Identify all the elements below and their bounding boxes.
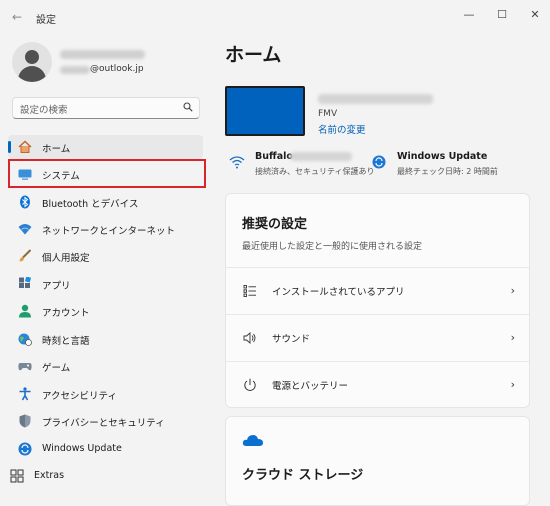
sidebar-item-label: アクセシビリティ	[42, 391, 117, 402]
search-placeholder: 設定の検索	[20, 105, 68, 116]
sidebar-item-label: ホーム	[42, 144, 71, 155]
recommended-settings-card: 推奨の設定 最近使用した設定と一般的に使用される設定 インストールされているアプ…	[225, 193, 530, 408]
search-icon	[183, 102, 193, 112]
sidebar-item-label: ゲーム	[42, 363, 71, 374]
sidebar-item-extras[interactable]: Extras	[8, 464, 203, 488]
sidebar-item-network[interactable]: ネットワークとインターネット	[8, 217, 203, 241]
sidebar-item-label: 個人用設定	[42, 253, 90, 264]
avatar-head	[25, 50, 39, 64]
maximize-button[interactable]: ☐	[493, 6, 511, 24]
cloud-storage-title: クラウド ストレージ	[242, 468, 364, 483]
chevron-right-icon: ›	[510, 378, 515, 391]
wifi-status: 接続済み、セキュリティ保護あり	[255, 167, 375, 176]
windows-update-status: 最終チェック日時: 2 時間前	[397, 167, 498, 176]
wifi-icon	[229, 156, 245, 169]
windows-update-status-icon	[372, 155, 386, 169]
installed-apps-icon	[243, 285, 256, 297]
window-title: 設定	[36, 15, 56, 26]
windows-update-title[interactable]: Windows Update	[397, 151, 487, 162]
recommended-title: 推奨の設定	[242, 217, 308, 232]
sidebar-item-windows-update[interactable]: Windows Update	[8, 437, 203, 461]
windows-update-icon	[18, 442, 32, 456]
avatar-body	[18, 66, 46, 82]
wifi-ssid-redacted	[290, 152, 352, 161]
highlight-box	[8, 159, 206, 188]
close-button[interactable]: ✕	[526, 6, 544, 24]
recommended-subtitle: 最近使用した設定と一般的に使用される設定	[242, 242, 423, 252]
speaker-icon	[243, 332, 256, 344]
search-input[interactable]: 設定の検索	[12, 97, 200, 119]
back-button[interactable]: ←	[12, 10, 26, 24]
globe-icon	[18, 333, 32, 346]
row-label: 電源とバッテリー	[272, 381, 349, 392]
onedrive-cloud-icon	[242, 435, 263, 446]
sidebar-item-personalization[interactable]: 個人用設定	[8, 244, 203, 268]
sidebar-item-label: 時刻と言語	[42, 336, 90, 347]
device-image	[225, 86, 305, 136]
sidebar-item-apps[interactable]: アプリ	[8, 272, 203, 296]
active-indicator	[8, 141, 11, 153]
power-icon	[244, 378, 256, 391]
sidebar-item-label: プライバシーとセキュリティ	[42, 418, 165, 429]
avatar[interactable]	[12, 42, 52, 82]
recommended-row-power[interactable]: 電源とバッテリー ›	[226, 361, 529, 408]
device-model: FMV	[318, 109, 338, 119]
recommended-row-installed-apps[interactable]: インストールされているアプリ ›	[226, 267, 529, 314]
row-label: サウンド	[272, 334, 311, 345]
user-email: @outlook.jp	[90, 64, 144, 74]
sidebar-item-bluetooth[interactable]: Bluetooth とデバイス	[8, 190, 203, 214]
row-label: インストールされているアプリ	[272, 287, 405, 298]
user-name-redacted	[60, 50, 145, 59]
sidebar-item-label: アカウント	[42, 308, 90, 319]
sidebar-item-home[interactable]: ホーム	[8, 135, 203, 159]
sidebar-item-privacy[interactable]: プライバシーとセキュリティ	[8, 409, 203, 433]
recommended-row-sound[interactable]: サウンド ›	[226, 314, 529, 361]
sidebar-item-label: ネットワークとインターネット	[42, 226, 176, 237]
chevron-right-icon: ›	[510, 284, 515, 297]
shield-icon	[19, 414, 31, 428]
page-title: ホーム	[225, 44, 282, 66]
game-icon	[18, 363, 32, 371]
brush-icon	[19, 249, 32, 262]
sidebar-item-label: Extras	[34, 470, 65, 481]
device-name-redacted	[318, 94, 433, 104]
account-icon	[19, 304, 31, 318]
sidebar-item-accessibility[interactable]: アクセシビリティ	[8, 382, 203, 406]
user-email-redacted	[60, 66, 90, 74]
apps-icon	[19, 277, 32, 288]
home-icon	[18, 140, 32, 153]
extras-icon	[10, 469, 24, 483]
sidebar-item-gaming[interactable]: ゲーム	[8, 354, 203, 378]
sidebar-item-label: アプリ	[42, 281, 71, 292]
sidebar-item-accounts[interactable]: アカウント	[8, 299, 203, 323]
accessibility-icon	[19, 387, 31, 401]
minimize-button[interactable]: —	[460, 6, 478, 24]
sidebar-item-label: Bluetooth とデバイス	[42, 199, 139, 210]
sidebar-item-time-language[interactable]: 時刻と言語	[8, 327, 203, 351]
rename-link[interactable]: 名前の変更	[318, 122, 366, 136]
network-icon	[18, 224, 32, 235]
bluetooth-icon	[20, 195, 30, 209]
chevron-right-icon: ›	[510, 331, 515, 344]
sidebar-item-label: Windows Update	[42, 443, 122, 454]
